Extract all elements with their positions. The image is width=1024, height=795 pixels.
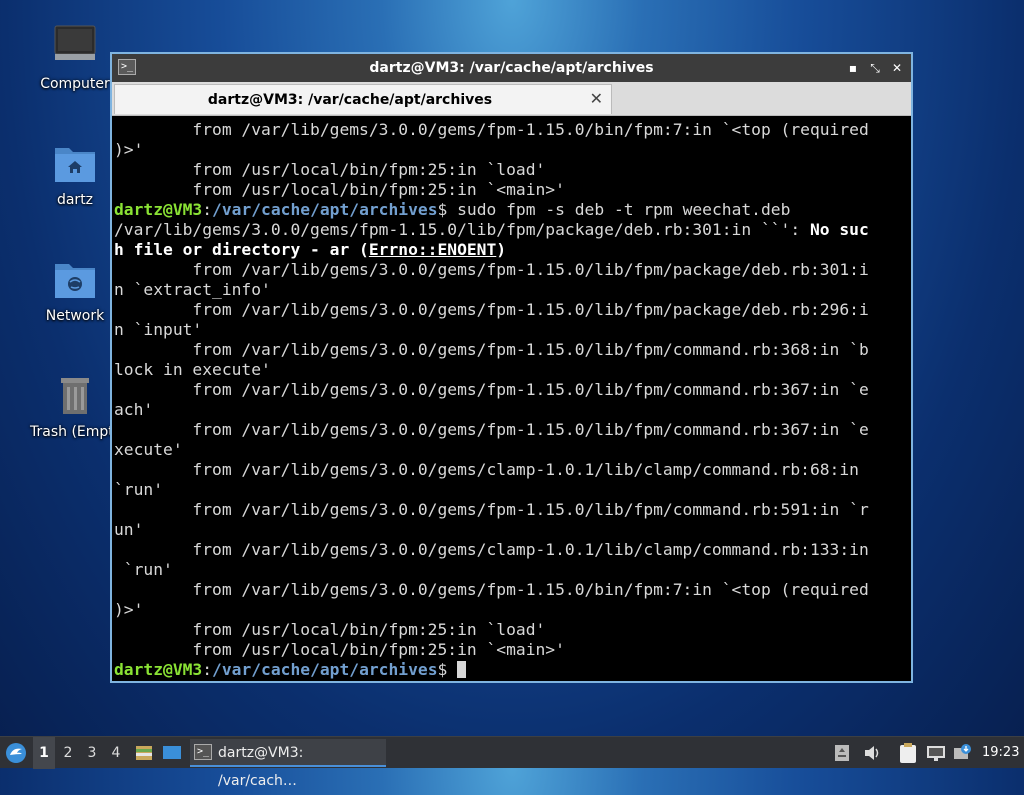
taskbar-window-button[interactable]: >_ dartz@VM3: /var/cach… <box>190 739 386 789</box>
clipboard-tray[interactable] <box>898 737 920 769</box>
error-message: h file or directory - ar ( <box>114 240 369 259</box>
trace-line: n `extract_info' <box>114 280 271 299</box>
volume-tray[interactable] <box>862 737 884 769</box>
trace-line: from /var/lib/gems/3.0.0/gems/fpm-1.15.0… <box>114 420 869 439</box>
desktop-icon-computer[interactable]: Computer <box>30 24 120 92</box>
terminal-output[interactable]: from /var/lib/gems/3.0.0/gems/fpm-1.15.0… <box>112 116 911 681</box>
network-tray[interactable] <box>926 737 948 769</box>
trace-line: xecute' <box>114 440 183 459</box>
error-line: /var/lib/gems/3.0.0/gems/fpm-1.15.0/lib/… <box>114 220 909 240</box>
update-icon <box>954 744 971 759</box>
file-manager-launcher[interactable] <box>134 737 156 769</box>
command-text: sudo fpm -s deb -t rpm weechat.deb <box>447 200 791 219</box>
terminal-line: )>' <box>114 140 144 159</box>
window-title: dartz@VM3: /var/cache/apt/archives <box>369 60 654 76</box>
error-message: ) <box>496 240 507 259</box>
clipboard-icon <box>900 743 916 763</box>
prompt-symbol: $ <box>437 660 448 679</box>
desktop-icon-label: Network <box>45 308 105 324</box>
workspace-1[interactable]: 1 <box>33 737 55 769</box>
trace-line: un' <box>114 520 144 539</box>
maximize-button[interactable]: ⤡ <box>865 58 885 78</box>
desktop-icon-label: Computer <box>40 76 110 92</box>
error-class: Errno::ENOENT <box>368 240 497 259</box>
file-manager-icon <box>136 746 152 760</box>
desktop-icon <box>163 746 181 759</box>
terminal-icon: >_ <box>194 744 212 760</box>
trace-line: lock in execute' <box>114 360 271 379</box>
error-line: h file or directory - ar (Errno::ENOENT) <box>114 240 909 260</box>
prompt-line[interactable]: dartz@VM3:/var/cache/apt/archives$ <box>114 660 909 680</box>
workspace-3[interactable]: 3 <box>81 737 103 769</box>
workspace-2[interactable]: 2 <box>57 737 79 769</box>
prompt-user: dartz@VM3 <box>114 200 203 219</box>
tab-close-icon[interactable]: ✕ <box>590 89 603 108</box>
trash-icon <box>51 372 99 420</box>
updates-tray[interactable] <box>952 737 974 769</box>
network-folder-icon <box>51 256 99 304</box>
prompt-path: /var/cache/apt/archives <box>212 660 438 679</box>
error-text: /var/lib/gems/3.0.0/gems/fpm-1.15.0/lib/… <box>114 220 810 239</box>
start-menu-button[interactable] <box>4 737 30 769</box>
trace-line: from /var/lib/gems/3.0.0/gems/clamp-1.0.… <box>114 460 859 479</box>
taskbar-window-label: dartz@VM3: /var/cach… <box>218 745 304 789</box>
computer-icon <box>51 24 99 72</box>
prompt-user: dartz@VM3 <box>114 660 203 679</box>
trace-line: from /var/lib/gems/3.0.0/gems/fpm-1.15.0… <box>114 300 869 319</box>
prompt-separator: : <box>202 660 213 679</box>
trace-line: from /var/lib/gems/3.0.0/gems/fpm-1.15.0… <box>114 500 869 519</box>
prompt-path: /var/cache/apt/archives <box>212 200 438 219</box>
desktop-icon-home[interactable]: dartz <box>30 140 120 208</box>
notes-tray[interactable] <box>834 737 854 769</box>
trace-line: from /var/lib/gems/3.0.0/gems/clamp-1.0.… <box>114 540 869 559</box>
trace-line: `run' <box>114 480 164 499</box>
prompt-line: dartz@VM3:/var/cache/apt/archives$ sudo … <box>114 200 909 220</box>
terminal-line: from /usr/local/bin/fpm:25:in `<main>' <box>114 180 565 199</box>
desktop-icon-label: Trash (Empty) <box>30 424 128 440</box>
terminal-line: from /usr/local/bin/fpm:25:in `load' <box>114 160 546 179</box>
taskbar: 1 2 3 4 >_ dartz@VM3: /var/cach… 19:23 <box>0 736 1024 789</box>
desktop-icon-trash[interactable]: Trash (Empty) <box>30 372 128 440</box>
prompt-separator: : <box>202 200 213 219</box>
trace-line: n `input' <box>114 320 203 339</box>
notes-icon <box>835 745 849 761</box>
tab-label: dartz@VM3: /var/cache/apt/archives <box>207 92 493 108</box>
desktop-icon-network[interactable]: Network <box>30 256 120 324</box>
trace-line: ach' <box>114 400 154 419</box>
close-button[interactable]: ✕ <box>887 58 907 78</box>
workspace-4[interactable]: 4 <box>105 737 127 769</box>
clock[interactable]: 19:23 <box>982 737 1022 769</box>
window-titlebar[interactable]: >_ dartz@VM3: /var/cache/apt/archives ▪ … <box>112 54 911 82</box>
trace-line: from /var/lib/gems/3.0.0/gems/fpm-1.15.0… <box>114 340 869 359</box>
trace-line: )>' <box>114 600 144 619</box>
prompt-symbol: $ <box>437 200 448 219</box>
network-icon <box>927 746 945 761</box>
terminal-window[interactable]: >_ dartz@VM3: /var/cache/apt/archives ▪ … <box>110 52 913 683</box>
desktop-icon-label: dartz <box>56 192 94 208</box>
home-folder-icon <box>51 140 99 188</box>
volume-icon <box>865 746 879 760</box>
trace-line: from /var/lib/gems/3.0.0/gems/fpm-1.15.0… <box>114 580 869 599</box>
trace-line: from /var/lib/gems/3.0.0/gems/fpm-1.15.0… <box>114 380 869 399</box>
trace-line: from /var/lib/gems/3.0.0/gems/fpm-1.15.0… <box>114 260 869 279</box>
trace-line: from /usr/local/bin/fpm:25:in `<main>' <box>114 640 565 659</box>
tab-terminal[interactable]: dartz@VM3: /var/cache/apt/archives ✕ <box>114 84 612 114</box>
minimize-button[interactable]: ▪ <box>843 58 863 78</box>
tab-bar: dartz@VM3: /var/cache/apt/archives ✕ <box>112 82 911 116</box>
error-message: No suc <box>809 220 869 239</box>
text-cursor <box>457 661 467 678</box>
start-menu-icon <box>6 743 26 763</box>
terminal-line: from /var/lib/gems/3.0.0/gems/fpm-1.15.0… <box>114 120 869 139</box>
trace-line: `run' <box>114 560 173 579</box>
trace-line: from /usr/local/bin/fpm:25:in `load' <box>114 620 546 639</box>
show-desktop-button[interactable] <box>162 737 184 769</box>
